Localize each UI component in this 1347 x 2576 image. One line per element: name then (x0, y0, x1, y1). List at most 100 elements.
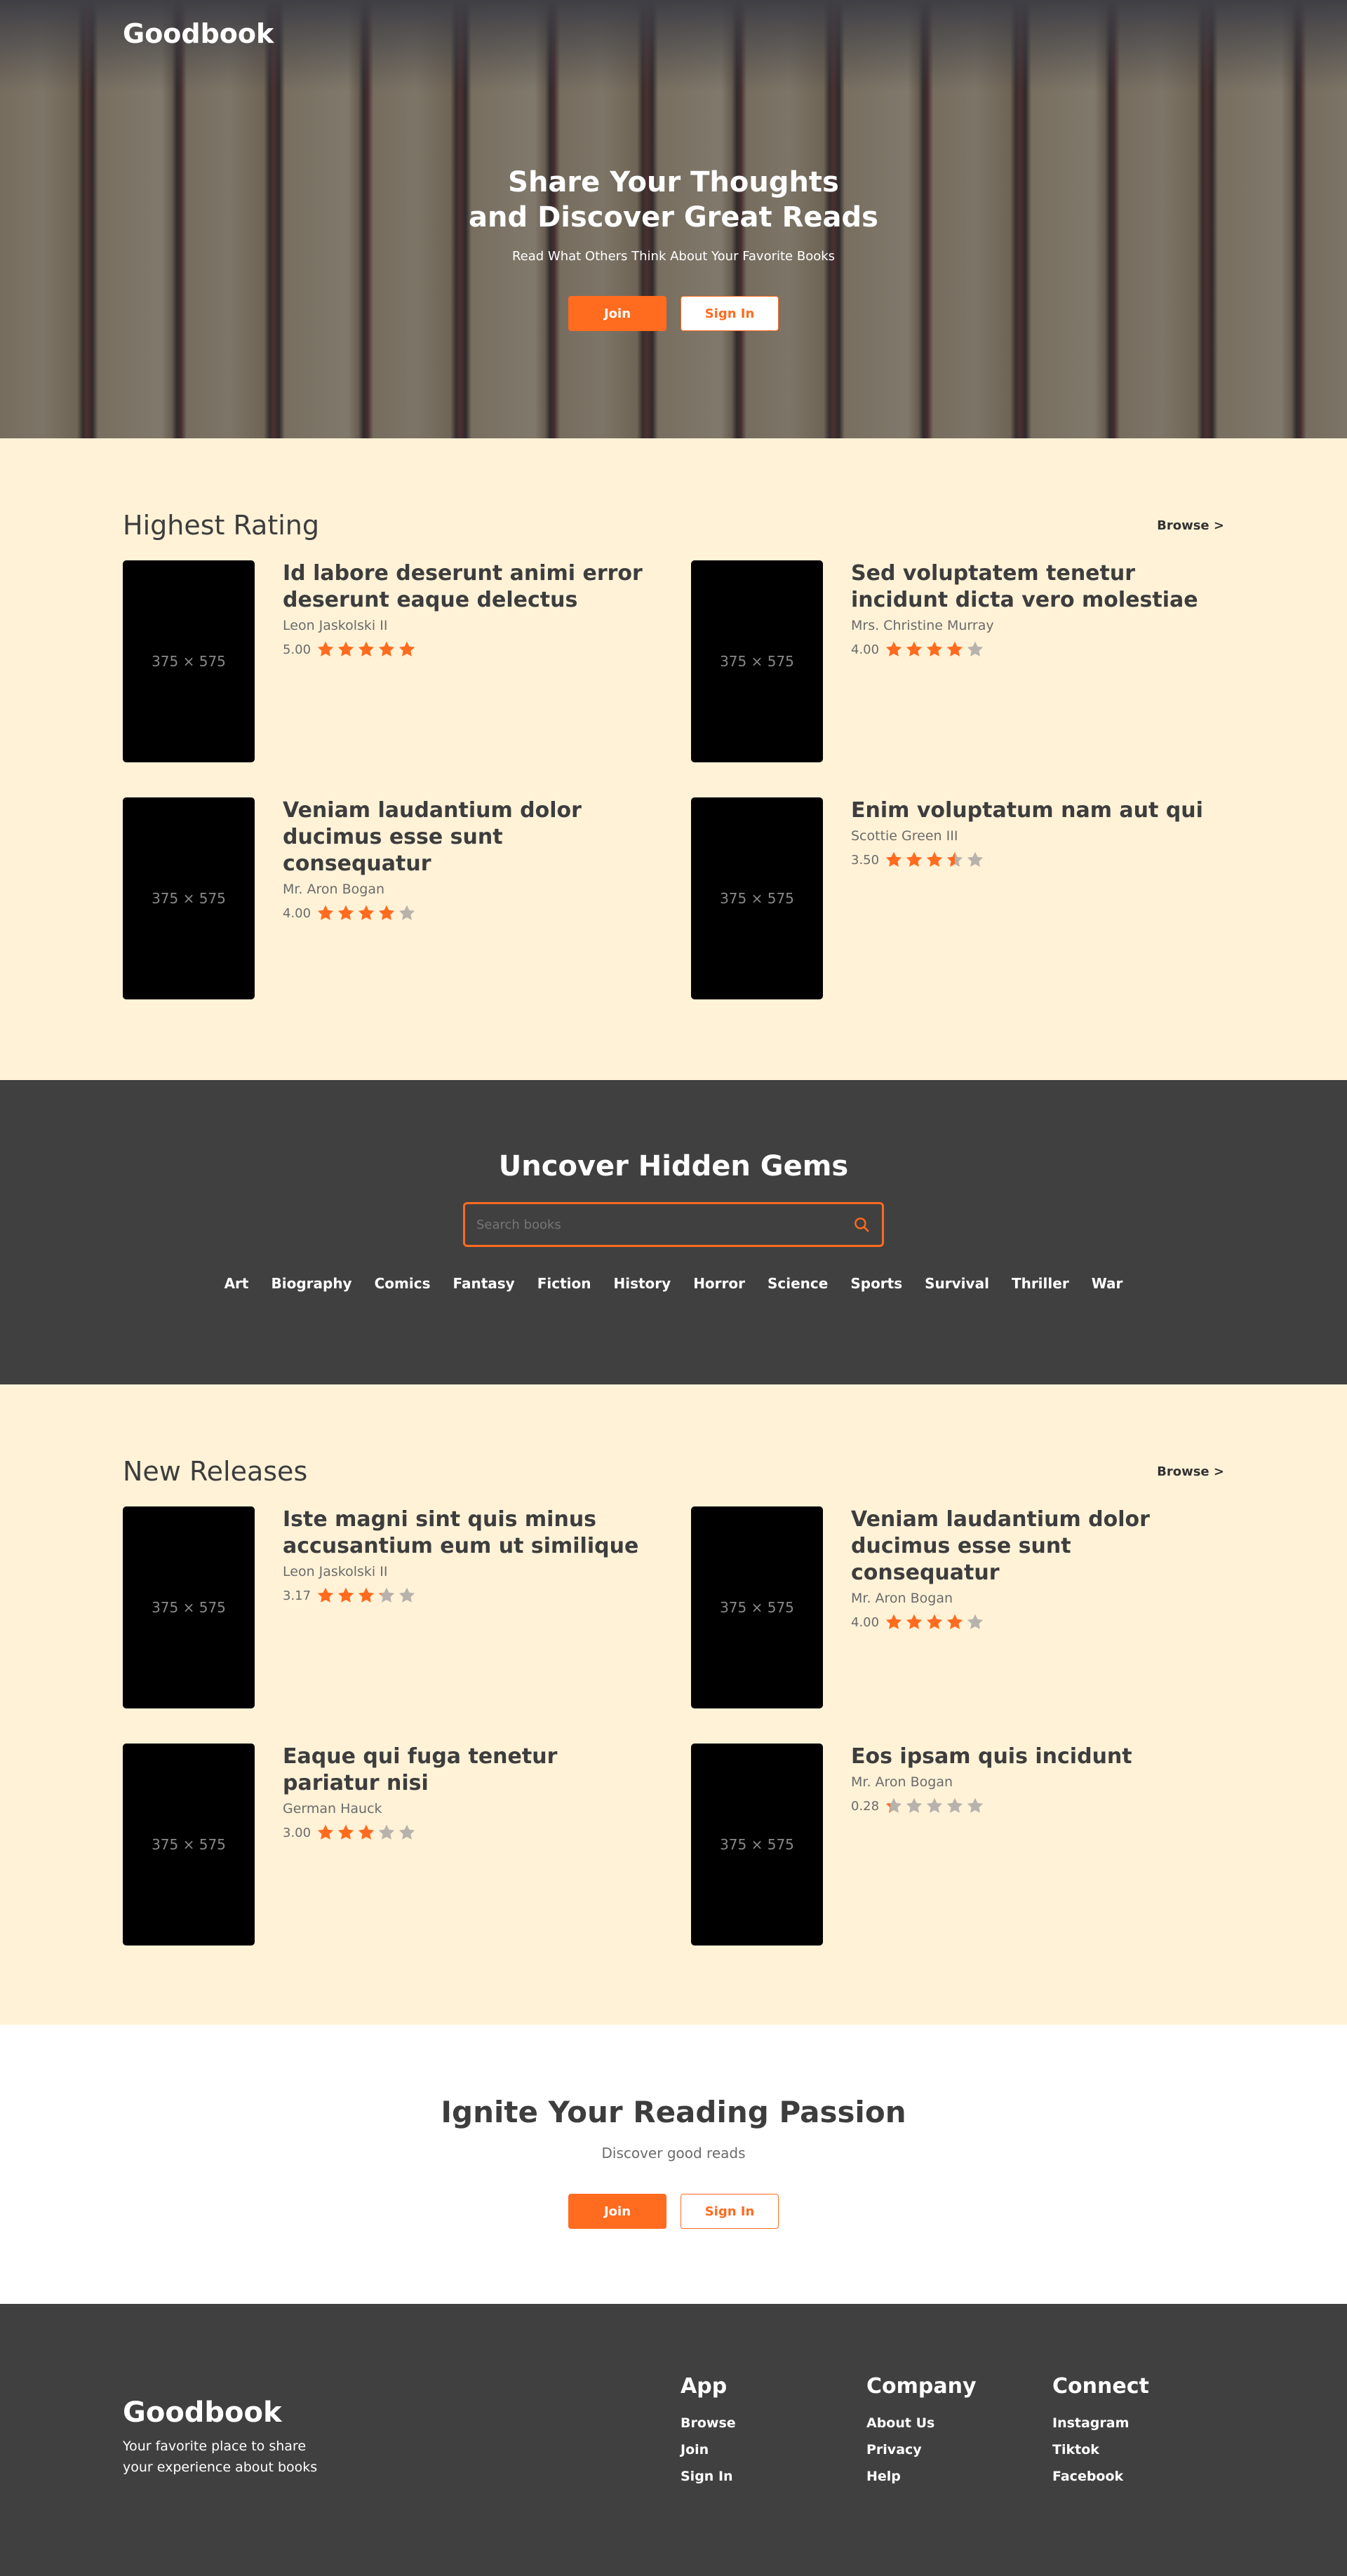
rating-stars (316, 1586, 416, 1605)
footer-link-browse[interactable]: Browse (681, 2415, 736, 2431)
star-icon (885, 1614, 902, 1629)
book-cover[interactable]: 375 × 575 (123, 797, 255, 999)
book-rating: 5.00 (283, 640, 648, 659)
star-icon (317, 641, 334, 656)
cta-join-button[interactable]: Join (568, 2194, 666, 2229)
book-title[interactable]: Veniam laudantium dolor ducimus esse sun… (283, 797, 648, 877)
book-cover[interactable]: 375 × 575 (691, 560, 823, 762)
star-icon (358, 1587, 375, 1603)
star-icon (967, 1798, 984, 1813)
star-icon (358, 905, 375, 920)
book-author: Scottie Green III (851, 828, 958, 844)
new-releases-grid: 375 × 575 Iste magni sint quis minus accu… (0, 1506, 1347, 1946)
book-cover[interactable]: 375 × 575 (691, 1744, 823, 1946)
star-icon (926, 1798, 943, 1813)
genre-link[interactable]: Fantasy (453, 1275, 514, 1292)
highest-rating-browse-link[interactable]: Browse > (1157, 518, 1224, 533)
book-cover[interactable]: 375 × 575 (691, 1506, 823, 1708)
star-icon (906, 1614, 923, 1629)
book-card[interactable]: 375 × 575 Id labore deserunt animi error … (123, 560, 691, 762)
book-title[interactable]: Id labore deserunt animi error deserunt … (283, 560, 648, 614)
search-input[interactable]: Search books (463, 1202, 884, 1247)
hero-signin-button[interactable]: Sign In (681, 296, 779, 331)
hero-join-button[interactable]: Join (568, 296, 666, 331)
book-rating: 4.00 (851, 1613, 1216, 1631)
new-releases-section: New Releases Browse > 375 × 575 Iste magn… (0, 1384, 1347, 2025)
footer-link-tiktok[interactable]: Tiktok (1052, 2442, 1149, 2457)
star-icon (378, 641, 395, 656)
footer-column-heading: App (681, 2374, 728, 2399)
footer-link-sign-in[interactable]: Sign In (681, 2469, 736, 2484)
book-card[interactable]: 375 × 575 Eos ipsam quis incidunt Mr. Aron… (691, 1744, 1224, 1946)
book-title[interactable]: Sed voluptatem tenetur incidunt dicta ve… (851, 560, 1216, 614)
star-icon (378, 905, 395, 920)
book-title[interactable]: Eaque qui fuga tenetur pariatur nisi (283, 1744, 648, 1797)
new-releases-title: New Releases (123, 1456, 308, 1487)
book-author: Mr. Aron Bogan (851, 1774, 953, 1790)
star-icon (398, 1587, 415, 1603)
genre-link[interactable]: Survival (925, 1275, 989, 1292)
book-card[interactable]: 375 × 575 Eaque qui fuga tenetur pariatur… (123, 1744, 691, 1946)
book-title[interactable]: Enim voluptatum nam aut qui (851, 797, 1216, 824)
footer: Goodbook Your favorite place to share yo… (0, 2304, 1347, 2576)
footer-description: Your favorite place to share your experi… (123, 2439, 318, 2475)
genre-link[interactable]: War (1092, 1275, 1123, 1292)
book-cover[interactable]: 375 × 575 (691, 797, 823, 999)
genre-link[interactable]: Science (768, 1275, 828, 1292)
star-icon (317, 1824, 334, 1840)
search-placeholder[interactable]: Search books (476, 1218, 852, 1232)
genre-link[interactable]: Sports (850, 1275, 902, 1292)
book-card[interactable]: 375 × 575 Enim voluptatum nam aut qui Scot… (691, 797, 1224, 999)
book-card[interactable]: 375 × 575 Veniam laudantium dolor ducimus… (691, 1506, 1224, 1708)
book-title[interactable]: Eos ipsam quis incidunt (851, 1744, 1216, 1770)
star-icon (358, 1824, 375, 1840)
star-icon (378, 1587, 395, 1603)
hero-title: Share Your Thoughts and Discover Great R… (469, 166, 878, 234)
genre-link[interactable]: Horror (693, 1275, 745, 1292)
genre-link[interactable]: Art (224, 1275, 249, 1292)
star-icon (946, 851, 963, 867)
book-author: Leon Jaskolski II (283, 618, 388, 633)
genre-link[interactable]: Fiction (537, 1275, 591, 1292)
footer-logo[interactable]: Goodbook (123, 2396, 326, 2429)
genre-link[interactable]: History (613, 1275, 671, 1292)
star-icon (967, 641, 984, 656)
star-icon (337, 905, 354, 920)
rating-stars (885, 1613, 984, 1631)
star-icon (378, 1824, 395, 1840)
hidden-gems-title: Uncover Hidden Gems (498, 1150, 849, 1182)
rating-value: 3.00 (283, 1825, 311, 1840)
book-card[interactable]: 375 × 575 Veniam laudantium dolor ducimus… (123, 797, 691, 999)
book-card[interactable]: 375 × 575 Sed voluptatem tenetur incidunt… (691, 560, 1224, 762)
cta-signin-button[interactable]: Sign In (681, 2194, 779, 2229)
footer-column-heading: Company (866, 2374, 977, 2399)
book-rating: 3.50 (851, 851, 1216, 869)
book-rating: 0.28 (851, 1797, 1216, 1815)
rating-value: 0.28 (851, 1798, 880, 1814)
footer-link-help[interactable]: Help (866, 2469, 977, 2484)
star-icon (946, 641, 963, 656)
footer-link-facebook[interactable]: Facebook (1052, 2469, 1149, 2484)
footer-link-about-us[interactable]: About Us (866, 2415, 977, 2431)
book-rating: 4.00 (283, 904, 648, 922)
rating-value: 5.00 (283, 642, 311, 657)
book-cover[interactable]: 375 × 575 (123, 560, 255, 762)
genre-link[interactable]: Thriller (1012, 1275, 1069, 1292)
site-logo[interactable]: Goodbook (123, 18, 274, 49)
book-title[interactable]: Iste magni sint quis minus accusantium e… (283, 1506, 648, 1560)
genre-link[interactable]: Comics (375, 1275, 431, 1292)
new-releases-browse-link[interactable]: Browse > (1157, 1464, 1224, 1479)
book-cover[interactable]: 375 × 575 (123, 1744, 255, 1946)
footer-link-join[interactable]: Join (681, 2442, 736, 2457)
book-cover[interactable]: 375 × 575 (123, 1506, 255, 1708)
book-card[interactable]: 375 × 575 Iste magni sint quis minus accu… (123, 1506, 691, 1708)
book-author: Leon Jaskolski II (283, 1564, 388, 1579)
search-icon[interactable] (852, 1215, 871, 1234)
genre-link[interactable]: Biography (271, 1275, 351, 1292)
footer-link-privacy[interactable]: Privacy (866, 2442, 977, 2457)
star-icon (906, 1798, 923, 1813)
footer-link-instagram[interactable]: Instagram (1052, 2415, 1149, 2431)
rating-stars (885, 851, 984, 869)
star-icon (337, 641, 354, 656)
book-title[interactable]: Veniam laudantium dolor ducimus esse sun… (851, 1506, 1216, 1586)
